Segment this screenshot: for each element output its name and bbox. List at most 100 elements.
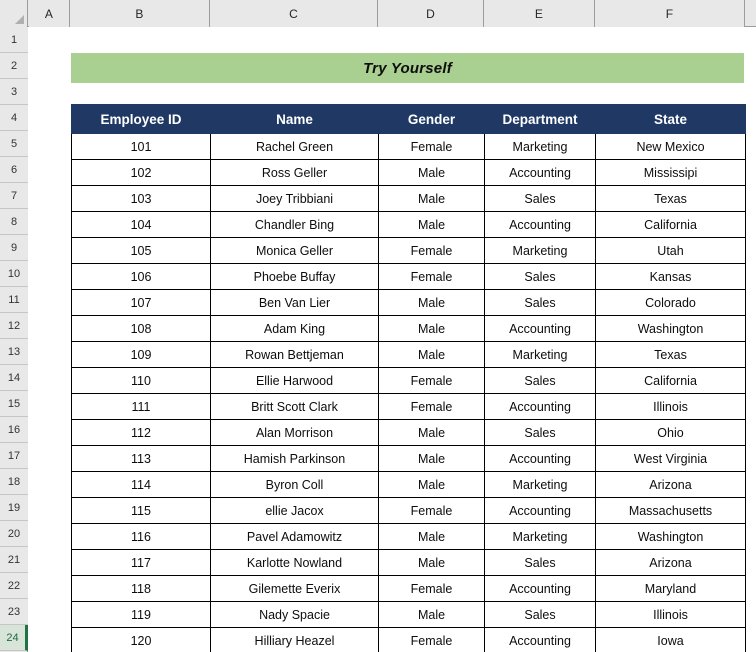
cell-employee-id[interactable]: 117	[71, 549, 211, 576]
row-header-9[interactable]: 9	[0, 235, 28, 261]
cell-department[interactable]: Sales	[484, 419, 596, 446]
cell-state[interactable]: Mississipi	[595, 159, 746, 186]
row-header-2[interactable]: 2	[0, 53, 28, 79]
cell-gender[interactable]: Female	[378, 237, 485, 264]
cell-state[interactable]: Texas	[595, 185, 746, 212]
cell-state[interactable]: California	[595, 367, 746, 394]
cell-gender[interactable]: Male	[378, 315, 485, 342]
cell-name[interactable]: Phoebe Buffay	[210, 263, 379, 290]
cell-name[interactable]: Hilliary Heazel	[210, 627, 379, 652]
row-header-20[interactable]: 20	[0, 521, 28, 547]
row-header-12[interactable]: 12	[0, 313, 28, 339]
cell-department[interactable]: Accounting	[484, 445, 596, 472]
cell-employee-id[interactable]: 118	[71, 575, 211, 602]
cell-name[interactable]: Ben Van Lier	[210, 289, 379, 316]
column-header-d[interactable]: D	[378, 0, 484, 27]
row-header-6[interactable]: 6	[0, 157, 28, 183]
cell-state[interactable]: Colorado	[595, 289, 746, 316]
cell-employee-id[interactable]: 119	[71, 601, 211, 628]
cell-gender[interactable]: Female	[378, 263, 485, 290]
cell-department[interactable]: Accounting	[484, 575, 596, 602]
row-header-19[interactable]: 19	[0, 495, 28, 521]
cell-gender[interactable]: Male	[378, 289, 485, 316]
cell-state[interactable]: Kansas	[595, 263, 746, 290]
row-header-18[interactable]: 18	[0, 469, 28, 495]
row-header-21[interactable]: 21	[0, 547, 28, 573]
cell-gender[interactable]: Male	[378, 211, 485, 238]
cell-gender[interactable]: Male	[378, 159, 485, 186]
cell-name[interactable]: Gilemette Everix	[210, 575, 379, 602]
cell-gender[interactable]: Female	[378, 497, 485, 524]
cell-state[interactable]: Texas	[595, 341, 746, 368]
column-header-e[interactable]: E	[484, 0, 595, 27]
cell-gender[interactable]: Female	[378, 627, 485, 652]
cell-name[interactable]: Britt Scott Clark	[210, 393, 379, 420]
cell-state[interactable]: West Virginia	[595, 445, 746, 472]
cell-state[interactable]: Utah	[595, 237, 746, 264]
cell-name[interactable]: Adam King	[210, 315, 379, 342]
cell-gender[interactable]: Female	[378, 575, 485, 602]
row-header-3[interactable]: 3	[0, 79, 28, 105]
column-header-f[interactable]: F	[595, 0, 745, 27]
cell-gender[interactable]: Male	[378, 471, 485, 498]
cell-state[interactable]: Washington	[595, 315, 746, 342]
cell-employee-id[interactable]: 110	[71, 367, 211, 394]
row-header-16[interactable]: 16	[0, 417, 28, 443]
row-header-1[interactable]: 1	[0, 27, 28, 53]
cell-department[interactable]: Accounting	[484, 393, 596, 420]
cell-gender[interactable]: Male	[378, 445, 485, 472]
row-header-10[interactable]: 10	[0, 261, 28, 287]
cell-employee-id[interactable]: 113	[71, 445, 211, 472]
row-header-15[interactable]: 15	[0, 391, 28, 417]
cell-department[interactable]: Marketing	[484, 237, 596, 264]
row-header-24[interactable]: 24	[0, 625, 28, 651]
cell-employee-id[interactable]: 104	[71, 211, 211, 238]
cell-employee-id[interactable]: 114	[71, 471, 211, 498]
row-header-23[interactable]: 23	[0, 599, 28, 625]
cell-state[interactable]: Maryland	[595, 575, 746, 602]
cell-department[interactable]: Accounting	[484, 159, 596, 186]
cell-state[interactable]: Illinois	[595, 601, 746, 628]
cell-department[interactable]: Sales	[484, 289, 596, 316]
cell-employee-id[interactable]: 120	[71, 627, 211, 652]
cell-state[interactable]: Ohio	[595, 419, 746, 446]
cell-name[interactable]: Nady Spacie	[210, 601, 379, 628]
row-header-4[interactable]: 4	[0, 105, 28, 131]
row-header-13[interactable]: 13	[0, 339, 28, 365]
cell-name[interactable]: Ross Geller	[210, 159, 379, 186]
row-header-5[interactable]: 5	[0, 131, 28, 157]
cell-employee-id[interactable]: 115	[71, 497, 211, 524]
cell-department[interactable]: Accounting	[484, 627, 596, 652]
cell-name[interactable]: Joey Tribbiani	[210, 185, 379, 212]
column-header-a[interactable]: A	[29, 0, 70, 27]
row-header-11[interactable]: 11	[0, 287, 28, 313]
cell-gender[interactable]: Female	[378, 393, 485, 420]
cell-gender[interactable]: Male	[378, 549, 485, 576]
cell-name[interactable]: Alan Morrison	[210, 419, 379, 446]
cell-state[interactable]: Washington	[595, 523, 746, 550]
cell-state[interactable]: Arizona	[595, 549, 746, 576]
column-header-b[interactable]: B	[70, 0, 210, 27]
cell-department[interactable]: Accounting	[484, 315, 596, 342]
cell-state[interactable]: New Mexico	[595, 133, 746, 160]
cell-name[interactable]: ellie Jacox	[210, 497, 379, 524]
cell-employee-id[interactable]: 108	[71, 315, 211, 342]
cell-name[interactable]: Rachel Green	[210, 133, 379, 160]
cell-gender[interactable]: Male	[378, 601, 485, 628]
cell-employee-id[interactable]: 101	[71, 133, 211, 160]
cell-employee-id[interactable]: 102	[71, 159, 211, 186]
cell-name[interactable]: Byron Coll	[210, 471, 379, 498]
cell-name[interactable]: Karlotte Nowland	[210, 549, 379, 576]
cell-department[interactable]: Marketing	[484, 133, 596, 160]
row-header-7[interactable]: 7	[0, 183, 28, 209]
cell-employee-id[interactable]: 107	[71, 289, 211, 316]
cell-gender[interactable]: Male	[378, 341, 485, 368]
cell-state[interactable]: Iowa	[595, 627, 746, 652]
cell-name[interactable]: Chandler Bing	[210, 211, 379, 238]
cell-gender[interactable]: Female	[378, 133, 485, 160]
cell-state[interactable]: Arizona	[595, 471, 746, 498]
cell-employee-id[interactable]: 103	[71, 185, 211, 212]
row-header-14[interactable]: 14	[0, 365, 28, 391]
cell-gender[interactable]: Male	[378, 523, 485, 550]
cell-department[interactable]: Sales	[484, 601, 596, 628]
